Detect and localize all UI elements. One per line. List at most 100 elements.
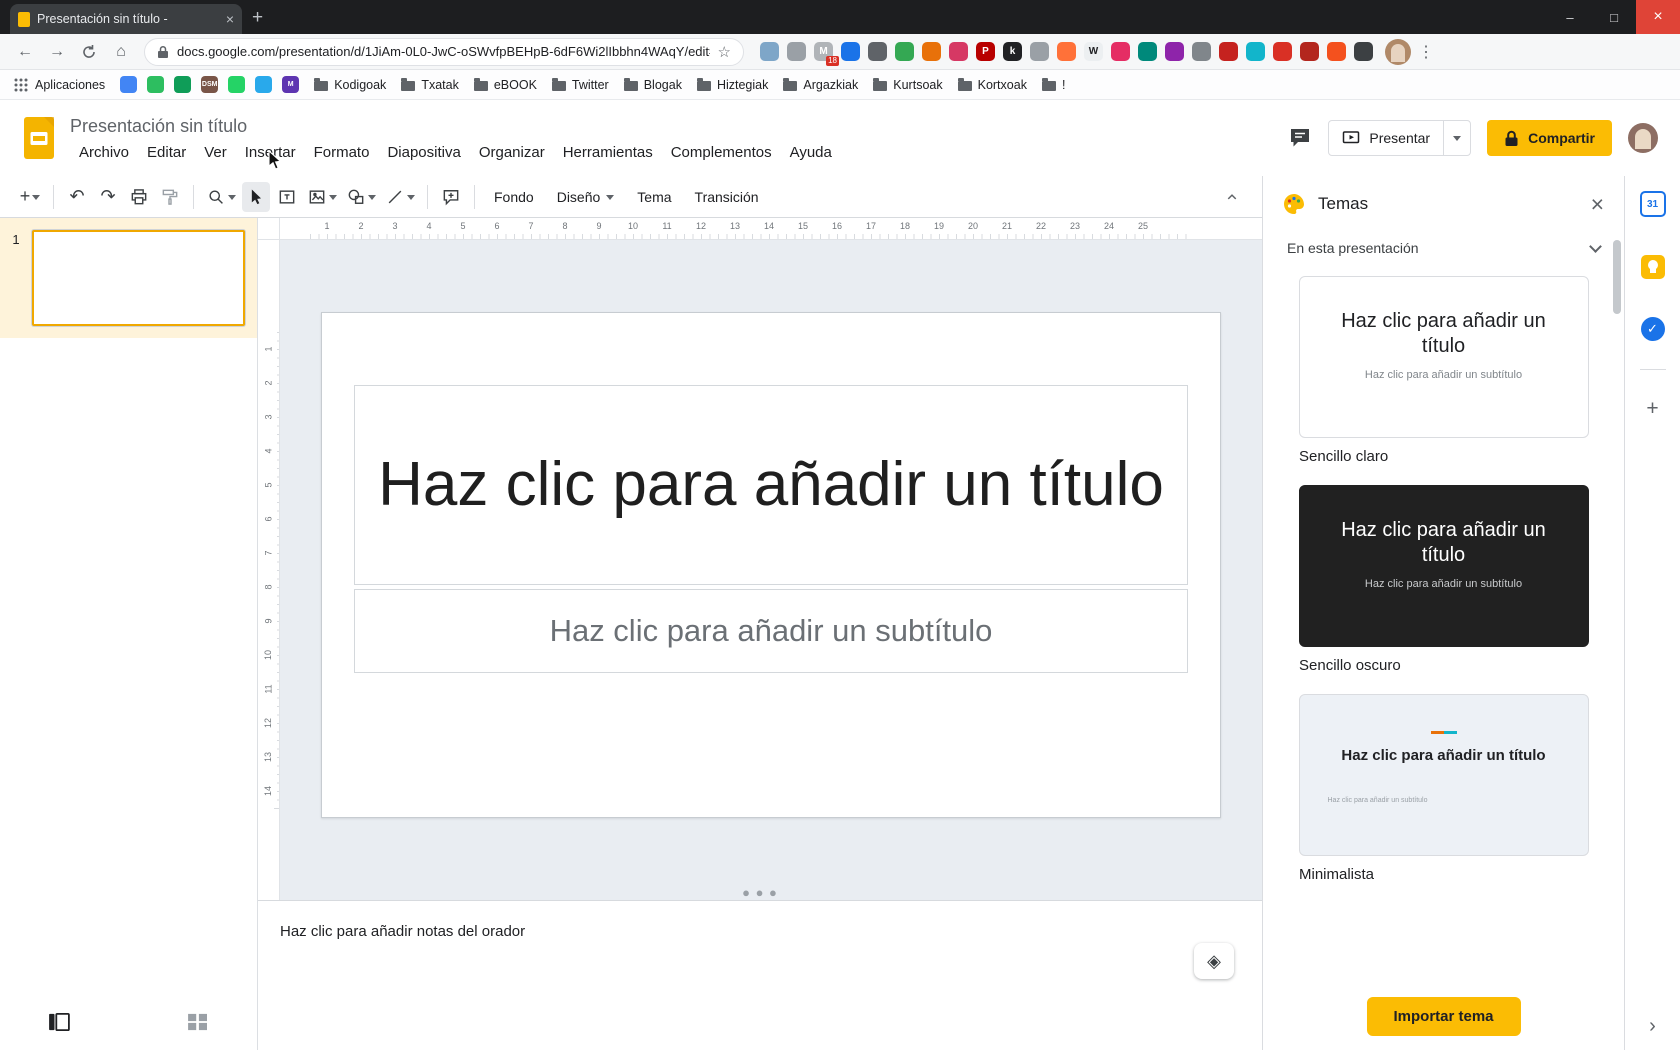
keyboard-extension-icon[interactable] [1192, 42, 1211, 61]
notes-extension-icon[interactable] [787, 42, 806, 61]
address-bar[interactable]: docs.google.com/presentation/d/1JiAm-0L0… [144, 37, 744, 66]
redo-button[interactable]: ↷ [94, 182, 122, 212]
bookmark-folder-kodigoak[interactable]: Kodigoak [314, 78, 386, 92]
back-icon[interactable]: ← [10, 38, 40, 66]
slide[interactable]: Haz clic para añadir un título Haz clic … [321, 312, 1221, 818]
slide-thumbnail-item[interactable]: 1 [0, 218, 257, 338]
calendar-icon[interactable]: 31 [1639, 191, 1666, 217]
wikipedia-extension-icon[interactable]: W [1084, 42, 1103, 61]
slide-canvas[interactable]: Haz clic para añadir un título Haz clic … [280, 240, 1262, 900]
menu-insertar[interactable]: Insertar [236, 142, 305, 163]
leaf-extension-icon[interactable] [895, 42, 914, 61]
explore-button[interactable]: ◈ [1194, 943, 1234, 979]
browser-tab[interactable]: Presentación sin título - × [10, 4, 242, 34]
heart-extension-icon[interactable] [1111, 42, 1130, 61]
shield-extension-icon[interactable] [760, 42, 779, 61]
k-extension-icon[interactable]: k [1003, 42, 1022, 61]
paw-extension-icon[interactable] [1165, 42, 1184, 61]
menu-editar[interactable]: Editar [138, 142, 195, 163]
red-shield-extension-icon[interactable] [1273, 42, 1292, 61]
bookmark-folder-txatak[interactable]: Txatak [401, 78, 459, 92]
print-button[interactable] [125, 182, 153, 212]
slides-logo[interactable] [24, 117, 54, 159]
pin-extension-icon[interactable] [922, 42, 941, 61]
filmstrip-view-icon[interactable] [48, 1013, 70, 1031]
browser-profile-avatar[interactable] [1385, 38, 1411, 65]
dsm-bookmark-icon[interactable]: DSM [201, 76, 219, 93]
menu-complementos[interactable]: Complementos [662, 142, 781, 163]
paint-format-button[interactable] [156, 182, 184, 212]
grid-view-icon[interactable] [187, 1013, 209, 1031]
window-close-button[interactable]: × [1636, 0, 1680, 34]
insert-comment-button[interactable] [437, 182, 465, 212]
blue-bookmark-icon[interactable] [120, 76, 138, 93]
themes-scrollbar[interactable] [1613, 240, 1621, 314]
document-title[interactable]: Presentación sin título [70, 116, 1288, 137]
reload-icon[interactable] [74, 38, 104, 66]
menu-archivo[interactable]: Archivo [70, 142, 138, 163]
teal-shield-extension-icon[interactable] [1138, 42, 1157, 61]
fox-extension-icon[interactable] [1057, 42, 1076, 61]
forward-icon[interactable]: → [42, 38, 72, 66]
bookmark-folder-ebook[interactable]: eBOOK [473, 78, 537, 92]
menu-formato[interactable]: Formato [305, 142, 379, 163]
collapse-side-panel-icon[interactable]: › [1649, 1016, 1656, 1036]
bookmark-folder-blogak[interactable]: Blogak [623, 78, 682, 92]
tab-close-icon[interactable]: × [226, 12, 234, 26]
theme-card-sencillo-oscuro[interactable]: Haz clic para añadir un título Haz clic … [1298, 485, 1589, 647]
themes-section-row[interactable]: En esta presentación [1263, 232, 1624, 270]
share-button[interactable]: Compartir [1487, 120, 1612, 156]
zoom-button[interactable] [203, 182, 239, 212]
bookmark-folder-argazkiak[interactable]: Argazkiak [783, 78, 858, 92]
present-main[interactable]: Presentar [1329, 121, 1443, 155]
ring-extension-icon[interactable] [1246, 42, 1265, 61]
textbox-tool[interactable] [273, 182, 301, 212]
pdf-extension-icon[interactable] [1300, 42, 1319, 61]
bookmark-folder-twitter[interactable]: Twitter [551, 78, 609, 92]
bookmark-folder-![interactable]: ! [1041, 78, 1065, 92]
account-avatar[interactable] [1628, 123, 1658, 153]
whatsapp-bookmark-icon[interactable] [228, 76, 246, 93]
m-bookmark-icon[interactable]: M [282, 76, 300, 93]
apps-shortcut[interactable]: Aplicaciones [14, 78, 105, 92]
bookmark-star-icon[interactable]: ☆ [718, 43, 731, 61]
menu-organizar[interactable]: Organizar [470, 142, 554, 163]
comment-history-icon[interactable] [1288, 126, 1312, 150]
new-slide-button[interactable]: + [16, 182, 44, 212]
line-tool[interactable] [382, 182, 418, 212]
import-theme-button[interactable]: Importar tema [1366, 997, 1521, 1036]
red-squares-extension-icon[interactable] [1219, 42, 1238, 61]
tasks-icon[interactable]: ✓ [1640, 317, 1665, 341]
background-button[interactable]: Fondo [484, 184, 544, 210]
present-button[interactable]: Presentar [1328, 120, 1472, 156]
menu-ayuda[interactable]: Ayuda [781, 142, 841, 163]
bookmark-folder-hiztegiak[interactable]: Hiztegiak [696, 78, 768, 92]
window-minimize-button[interactable]: – [1548, 0, 1592, 34]
p-extension-icon[interactable]: P [976, 42, 995, 61]
dark-extension-icon[interactable] [1354, 42, 1373, 61]
menu-diapositiva[interactable]: Diapositiva [378, 142, 469, 163]
shape-tool[interactable] [343, 182, 379, 212]
menu-herramientas[interactable]: Herramientas [554, 142, 662, 163]
lock-extension-icon[interactable] [1030, 42, 1049, 61]
present-options-caret[interactable] [1443, 121, 1470, 155]
browser-menu-icon[interactable]: ⋮ [1413, 42, 1439, 62]
gray-extension-icon[interactable] [868, 42, 887, 61]
window-maximize-button[interactable]: □ [1592, 0, 1636, 34]
menu-ver[interactable]: Ver [195, 142, 236, 163]
image-tool[interactable] [304, 182, 340, 212]
bookmark-folder-kurtsoak[interactable]: Kurtsoak [873, 78, 943, 92]
theme-card-sencillo-claro[interactable]: Haz clic para añadir un título Haz clic … [1298, 276, 1589, 438]
transition-button[interactable]: Transición [685, 184, 769, 210]
undo-button[interactable]: ↶ [63, 182, 91, 212]
slide-title-placeholder[interactable]: Haz clic para añadir un título [354, 385, 1188, 585]
theme-card-minimalista[interactable]: Haz clic para añadir un título Haz clic … [1298, 694, 1589, 856]
home-icon[interactable]: ⌂ [106, 38, 136, 66]
new-tab-button[interactable]: + [252, 8, 263, 27]
translate-bookmark-icon[interactable] [174, 76, 192, 93]
orange-extension-icon[interactable] [1327, 42, 1346, 61]
theme-button[interactable]: Tema [627, 184, 681, 210]
bookmark-folder-kortxoak[interactable]: Kortxoak [957, 78, 1027, 92]
notes-resize-handle[interactable]: ● ● ● [742, 885, 778, 900]
select-tool[interactable] [242, 181, 270, 212]
